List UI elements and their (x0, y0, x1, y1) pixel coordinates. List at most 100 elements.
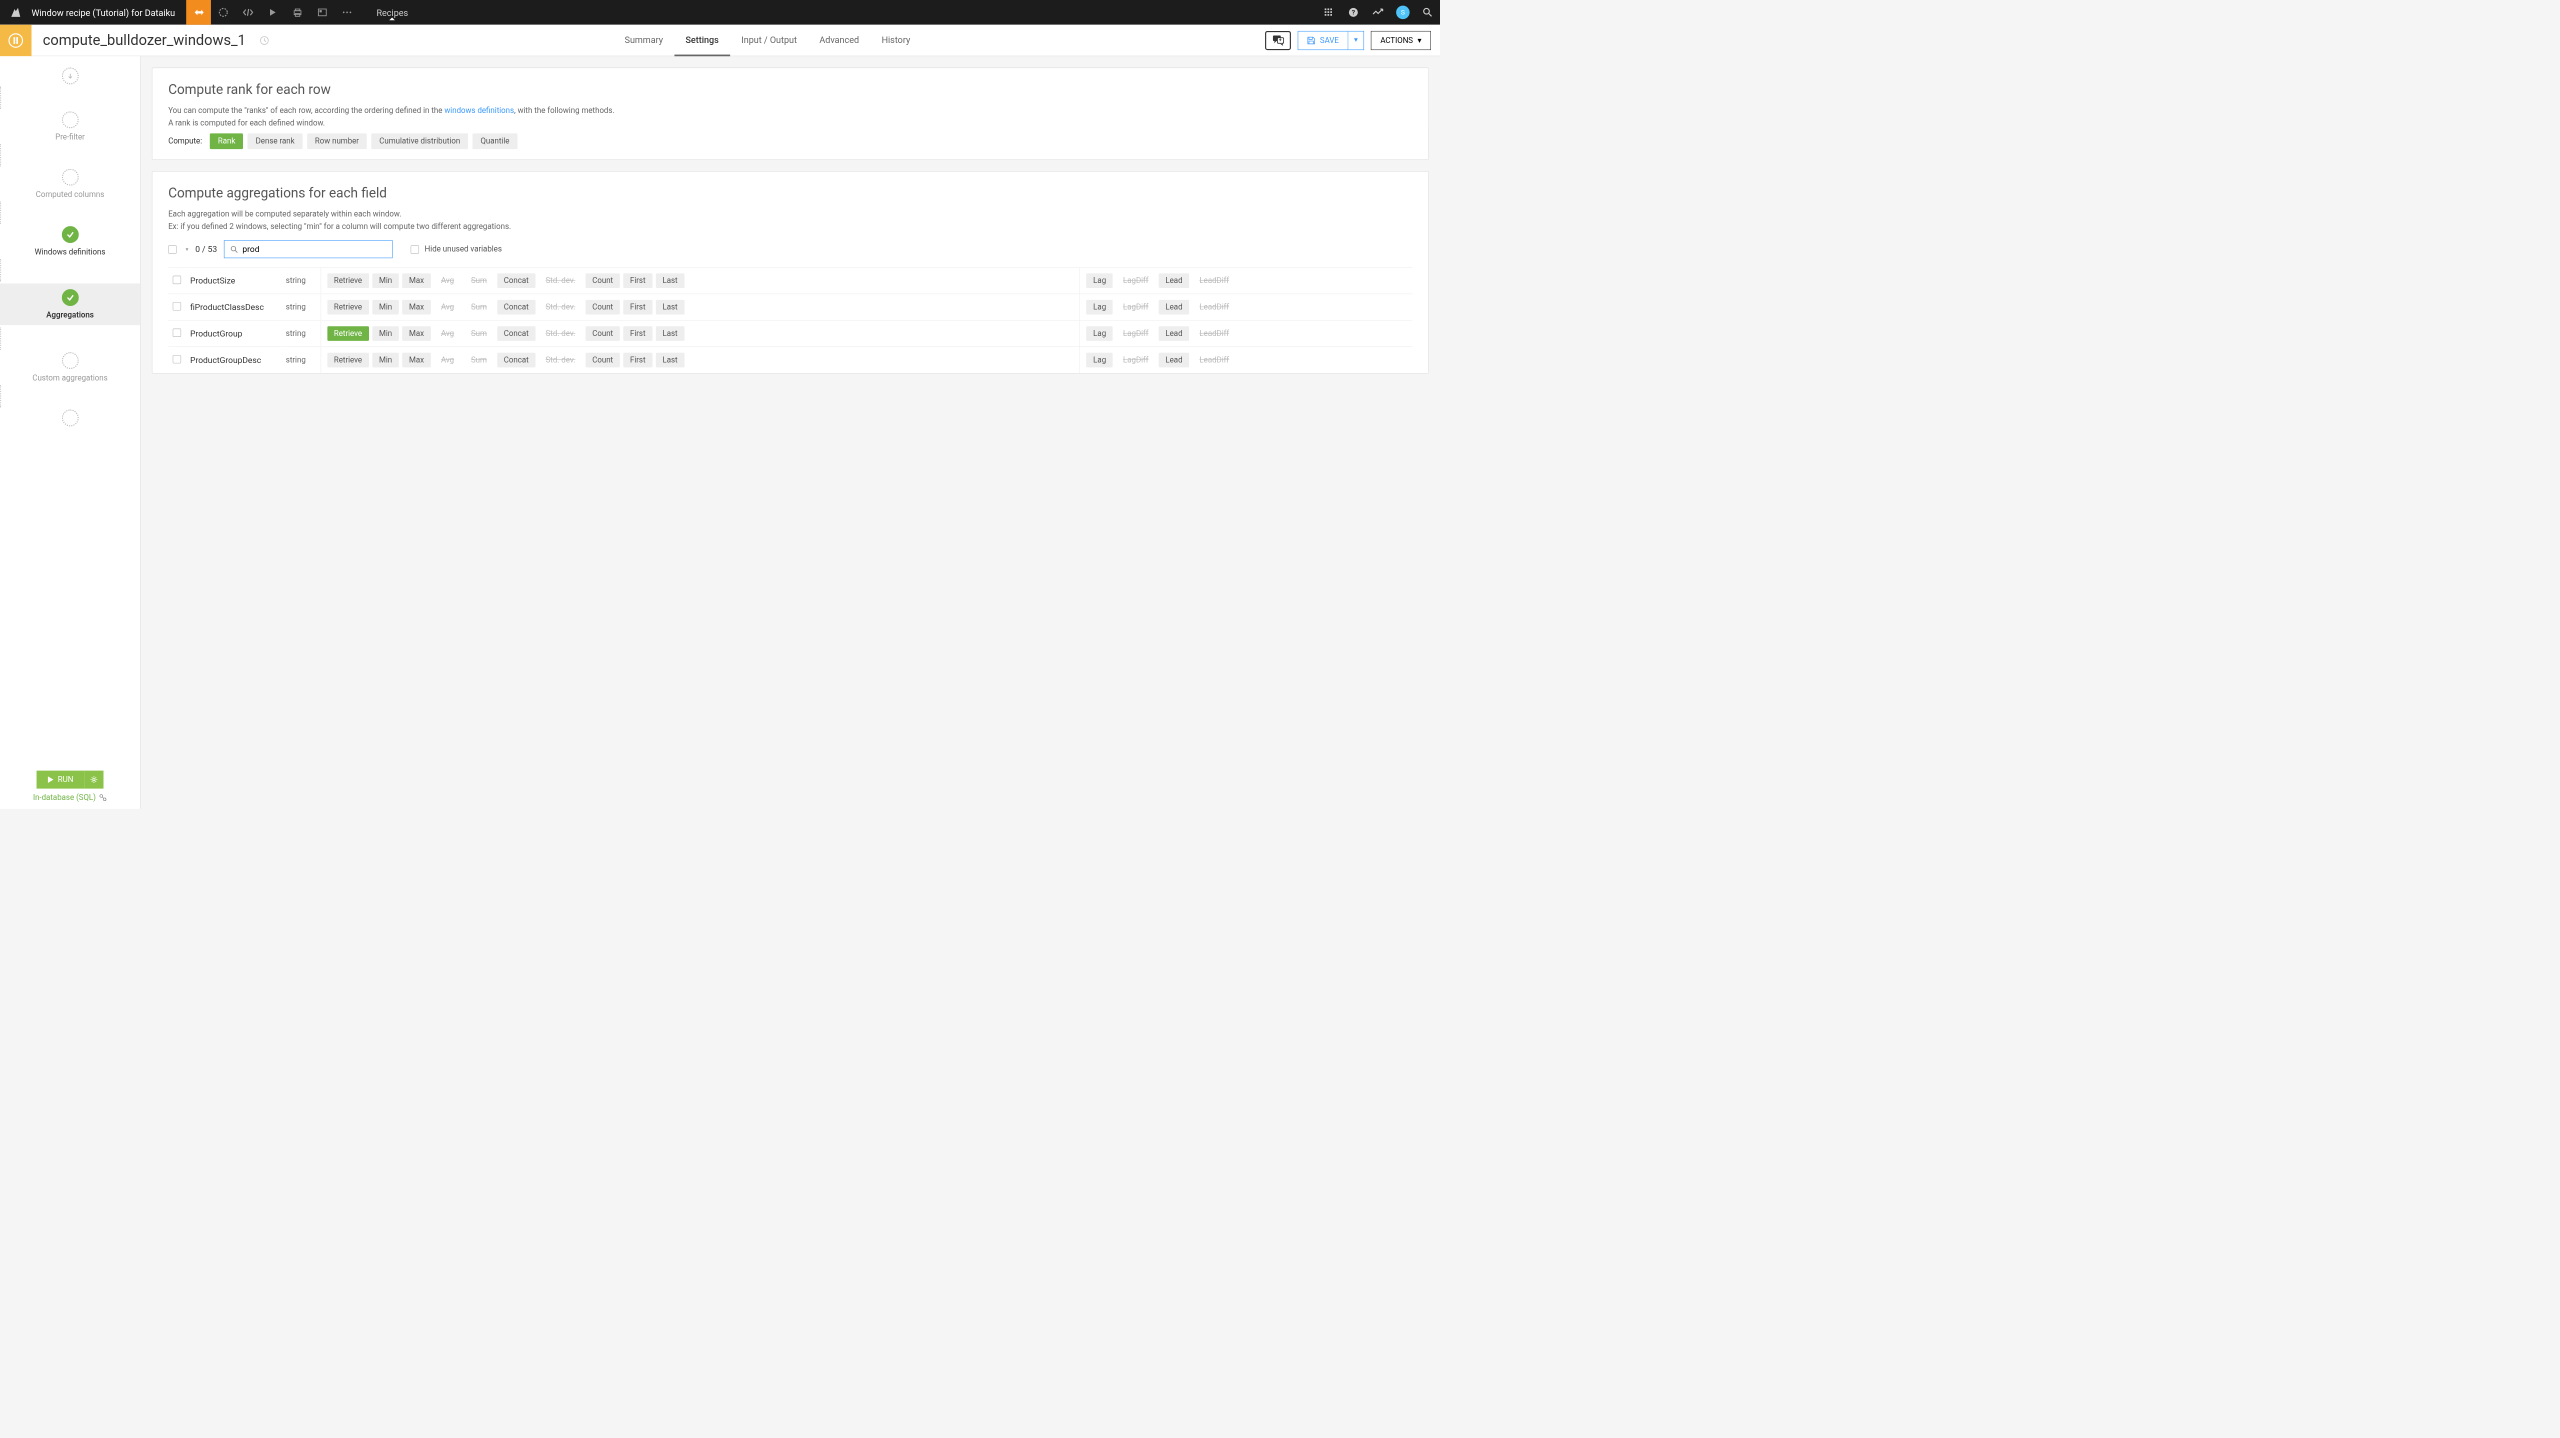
column-type: string (281, 267, 320, 293)
agg-op-count[interactable]: Count (585, 300, 619, 315)
refresh-icon[interactable] (259, 35, 269, 45)
step-custom-aggregations[interactable]: Custom aggregations (0, 352, 140, 382)
rank-option-row-number[interactable]: Row number (307, 133, 367, 149)
row-checkbox[interactable] (173, 275, 181, 283)
save-dropdown[interactable]: ▾ (1348, 31, 1364, 50)
agg-op-first[interactable]: First (623, 326, 652, 341)
hide-unused-checkbox[interactable] (411, 245, 419, 253)
row-checkbox[interactable] (173, 328, 181, 336)
project-title[interactable]: Window recipe (Tutorial) for Dataiku (32, 7, 187, 18)
dashboard-icon[interactable] (310, 0, 335, 25)
search-input[interactable] (238, 244, 387, 254)
agg-op-count[interactable]: Count (585, 326, 619, 341)
agg-op-retrieve[interactable]: Retrieve (327, 353, 369, 368)
agg-op-count[interactable]: Count (585, 353, 619, 368)
row-checkbox[interactable] (173, 302, 181, 310)
lag-op-lagdiff: LagDiff (1116, 326, 1155, 341)
windows-definitions-link[interactable]: windows definitions (444, 106, 514, 115)
step-node[interactable] (0, 68, 140, 85)
user-avatar[interactable]: S (1396, 6, 1410, 20)
run-settings-button[interactable] (85, 771, 104, 789)
agg-op-concat[interactable]: Concat (497, 273, 535, 288)
rank-option-cumulative-distribution[interactable]: Cumulative distribution (371, 133, 468, 149)
help-icon[interactable]: ? (1341, 0, 1366, 25)
code-icon[interactable] (236, 0, 261, 25)
tab-summary[interactable]: Summary (613, 24, 674, 56)
agg-op-last[interactable]: Last (656, 353, 685, 368)
lag-op-lead[interactable]: Lead (1159, 353, 1190, 368)
search-icon[interactable] (1415, 0, 1440, 25)
selection-count: 0 / 53 (195, 244, 217, 254)
rank-option-rank[interactable]: Rank (210, 133, 243, 149)
select-all-dropdown[interactable]: ▾ (186, 246, 189, 252)
step-node[interactable] (0, 410, 140, 427)
lag-op-lead[interactable]: Lead (1159, 300, 1190, 315)
step-label: Pre-filter (55, 133, 85, 142)
step-aggregations[interactable]: Aggregations (0, 284, 140, 326)
tab-input-output[interactable]: Input / Output (730, 24, 808, 56)
agg-op-first[interactable]: First (623, 353, 652, 368)
rank-option-dense-rank[interactable]: Dense rank (248, 133, 303, 149)
step-pre-filter[interactable]: Pre-filter (0, 111, 140, 141)
tab-settings[interactable]: Settings (674, 24, 730, 56)
agg-op-first[interactable]: First (623, 273, 652, 288)
flow-icon[interactable] (186, 0, 211, 25)
agg-op-stddev: Std. dev. (539, 273, 582, 288)
agg-op-max[interactable]: Max (402, 326, 431, 341)
lag-op-lead[interactable]: Lead (1159, 273, 1190, 288)
agg-op-count[interactable]: Count (585, 273, 619, 288)
more-icon[interactable] (335, 0, 360, 25)
lag-op-lead[interactable]: Lead (1159, 326, 1190, 341)
agg-op-concat[interactable]: Concat (497, 300, 535, 315)
engine-label[interactable]: In-database (SQL) (7, 793, 134, 802)
play-icon[interactable] (261, 0, 286, 25)
apps-icon[interactable] (1316, 0, 1341, 25)
agg-op-first[interactable]: First (623, 300, 652, 315)
steps-sidebar: Pre-filter Computed columns Windows defini… (0, 56, 141, 809)
circle-icon[interactable] (211, 0, 236, 25)
rank-option-quantile[interactable]: Quantile (473, 133, 518, 149)
lag-op-leaddiff: LeadDiff (1193, 353, 1236, 368)
agg-op-concat[interactable]: Concat (497, 326, 535, 341)
step-computed-columns[interactable]: Computed columns (0, 169, 140, 199)
activity-icon[interactable] (1366, 0, 1391, 25)
search-box[interactable] (224, 240, 393, 258)
svg-text:+: + (1279, 37, 1282, 43)
agg-op-max[interactable]: Max (402, 273, 431, 288)
lag-op-lag[interactable]: Lag (1086, 273, 1112, 288)
lag-op-lag[interactable]: Lag (1086, 326, 1112, 341)
step-label: Windows definitions (35, 248, 106, 257)
agg-op-max[interactable]: Max (402, 300, 431, 315)
agg-op-min[interactable]: Min (372, 273, 399, 288)
agg-op-max[interactable]: Max (402, 353, 431, 368)
tab-advanced[interactable]: Advanced (808, 24, 870, 56)
select-all-checkbox[interactable] (168, 245, 176, 253)
recipe-name[interactable]: compute_bulldozer_windows_1 (32, 32, 258, 49)
agg-op-min[interactable]: Min (372, 326, 399, 341)
agg-op-concat[interactable]: Concat (497, 353, 535, 368)
save-button[interactable]: SAVE (1298, 31, 1348, 50)
print-icon[interactable] (285, 0, 310, 25)
agg-op-retrieve[interactable]: Retrieve (327, 300, 369, 315)
agg-op-last[interactable]: Last (656, 300, 685, 315)
discussion-button[interactable]: + (1265, 31, 1291, 50)
dataiku-logo[interactable] (0, 0, 32, 25)
agg-op-min[interactable]: Min (372, 300, 399, 315)
agg-op-last[interactable]: Last (656, 273, 685, 288)
lag-op-leaddiff: LeadDiff (1193, 300, 1236, 315)
agg-op-retrieve[interactable]: Retrieve (327, 326, 369, 341)
step-windows-definitions[interactable]: Windows definitions (0, 226, 140, 256)
rank-title: Compute rank for each row (168, 82, 1412, 98)
agg-desc1: Each aggregation will be computed separa… (168, 210, 1412, 219)
lag-op-lag[interactable]: Lag (1086, 353, 1112, 368)
agg-op-min[interactable]: Min (372, 353, 399, 368)
tab-history[interactable]: History (870, 24, 921, 56)
breadcrumb-recipes[interactable]: Recipes (360, 7, 425, 18)
actions-button[interactable]: ACTIONS ▾ (1371, 31, 1431, 50)
row-checkbox[interactable] (173, 355, 181, 363)
run-button[interactable]: RUN (36, 771, 84, 789)
agg-op-sum: Sum (464, 300, 493, 315)
lag-op-lag[interactable]: Lag (1086, 300, 1112, 315)
agg-op-last[interactable]: Last (656, 326, 685, 341)
agg-op-retrieve[interactable]: Retrieve (327, 273, 369, 288)
